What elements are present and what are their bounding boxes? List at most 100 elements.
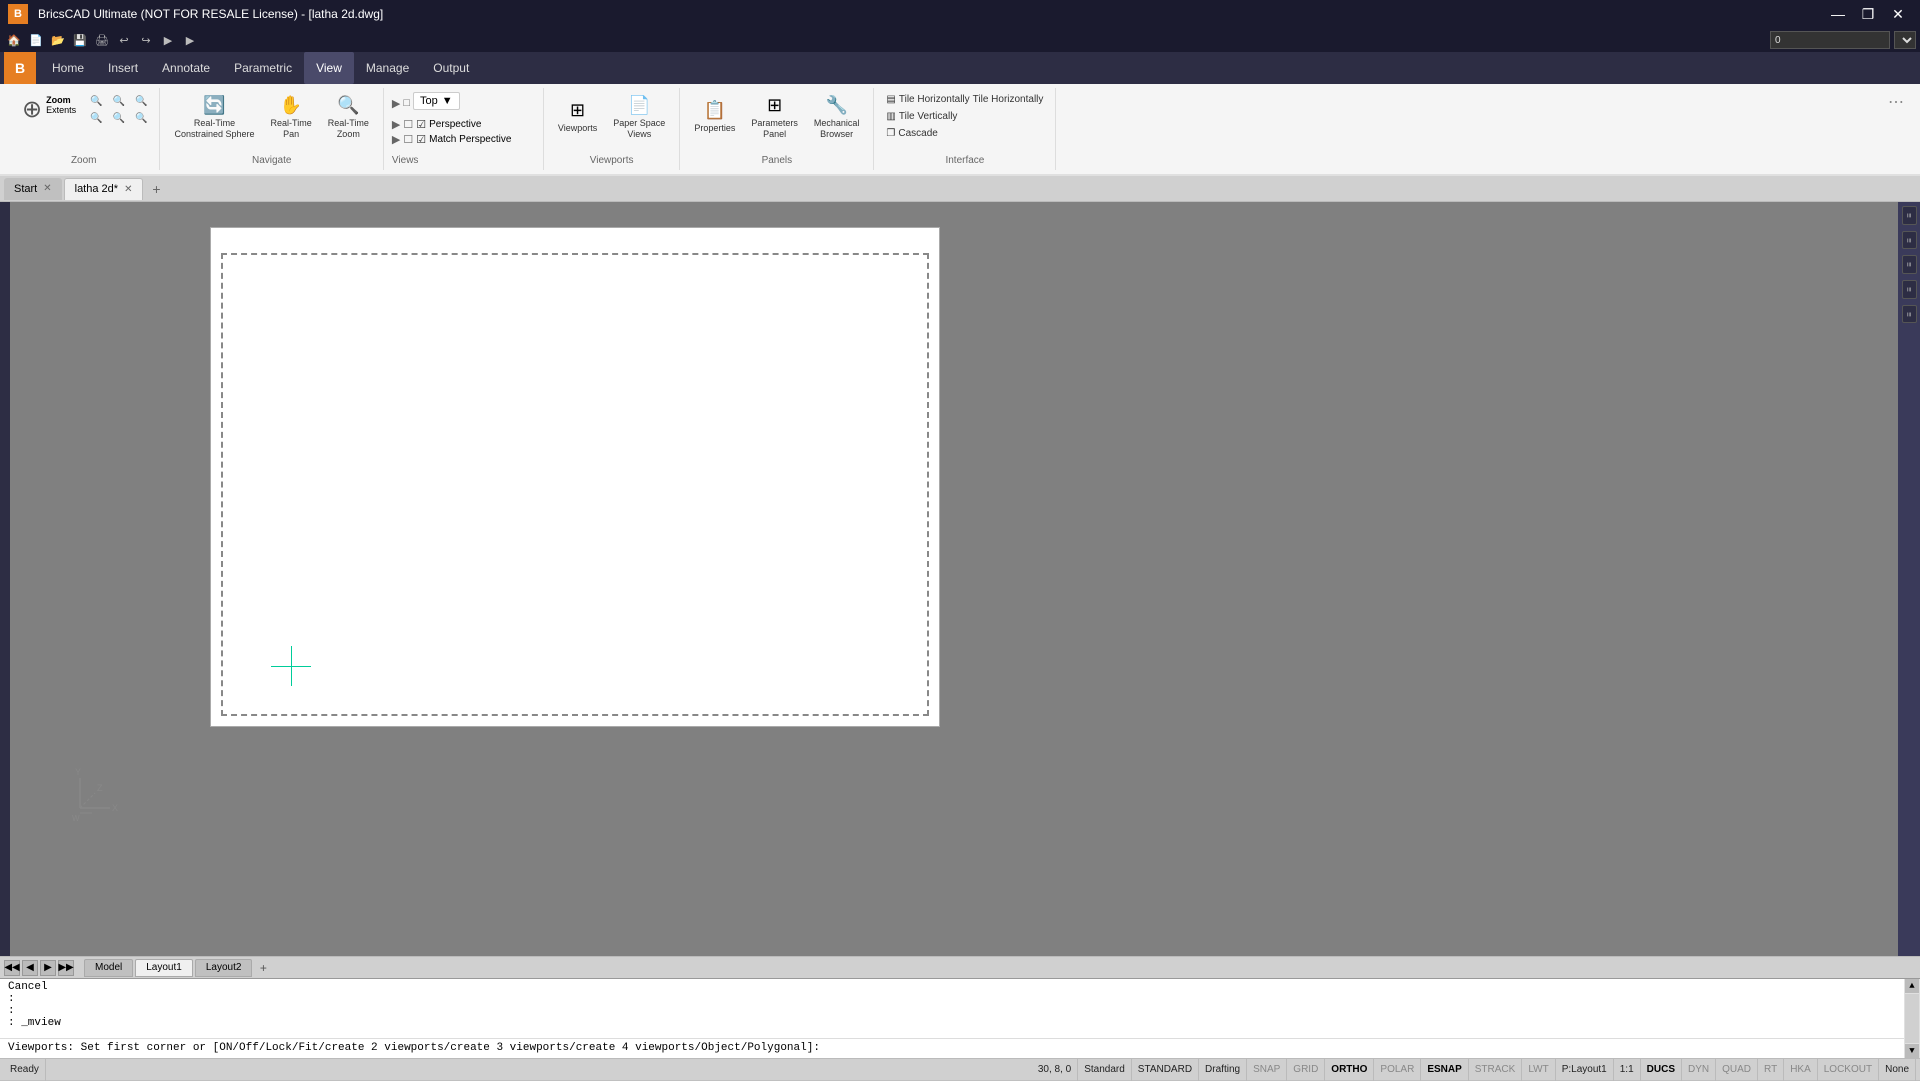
- parameters-panel-btn[interactable]: ⊞ ParametersPanel: [745, 92, 804, 143]
- viewports-btn[interactable]: ⊞ Viewports: [552, 97, 603, 137]
- views-dropdown[interactable]: Top ▼: [413, 92, 460, 110]
- tile-v-icon: ▥: [886, 111, 895, 122]
- zoom-btn5[interactable]: 🔍: [109, 111, 129, 126]
- scroll-next[interactable]: ▶: [40, 960, 56, 976]
- qa-redo[interactable]: ↪: [136, 30, 156, 50]
- mechanical-browser-btn[interactable]: 🔧 MechanicalBrowser: [808, 92, 866, 143]
- view-check-2[interactable]: ☐: [403, 133, 413, 146]
- app-logo[interactable]: B: [8, 4, 28, 24]
- zoom-btn4[interactable]: 🔍: [86, 111, 106, 126]
- menu-manage[interactable]: Manage: [354, 52, 421, 84]
- cmd-scroll-thumb[interactable]: [1905, 994, 1919, 1043]
- zoom-btn3[interactable]: 🔍: [131, 94, 151, 109]
- navigate-group-label: Navigate: [252, 151, 291, 166]
- view-sub-icon-1[interactable]: ▶: [392, 118, 400, 131]
- status-esnap[interactable]: ESNAP: [1421, 1059, 1468, 1081]
- status-dyn[interactable]: DYN: [1682, 1059, 1716, 1081]
- status-none[interactable]: None: [1879, 1059, 1916, 1081]
- status-snap[interactable]: SNAP: [1247, 1059, 1287, 1081]
- view-icon-1[interactable]: ▶: [392, 97, 400, 110]
- doc-tab-latha-close[interactable]: ✕: [124, 184, 132, 195]
- qa-save[interactable]: 💾: [70, 30, 90, 50]
- layout-tab-layout2[interactable]: Layout2: [195, 959, 253, 977]
- status-rt[interactable]: RT: [1758, 1059, 1784, 1081]
- canvas-area[interactable]: Y X Z W: [10, 202, 1898, 956]
- zoom-btn6[interactable]: 🔍: [131, 111, 151, 126]
- menu-output[interactable]: Output: [421, 52, 481, 84]
- menu-view[interactable]: View: [304, 52, 354, 84]
- layout-tab-model[interactable]: Model: [84, 959, 133, 977]
- view-sub-check-1[interactable]: ☑: [416, 118, 426, 131]
- command-line-1: Cancel: [8, 981, 1912, 993]
- status-scale[interactable]: 1:1: [1614, 1059, 1641, 1081]
- match-perspective-btn[interactable]: Match Perspective: [429, 134, 511, 145]
- paper-space-views-btn[interactable]: 📄 Paper SpaceViews: [607, 92, 671, 143]
- scroll-last[interactable]: ▶▶: [58, 960, 74, 976]
- layout-tab-layout1[interactable]: Layout1: [135, 959, 193, 977]
- status-grid[interactable]: GRID: [1287, 1059, 1325, 1081]
- input-field[interactable]: [1770, 31, 1890, 49]
- right-panel-btn-2[interactable]: ≡: [1902, 231, 1917, 250]
- doc-tab-start-close[interactable]: ✕: [43, 183, 51, 194]
- unit-selector[interactable]: [1894, 31, 1916, 49]
- view-sub-check-2[interactable]: ☑: [416, 133, 426, 146]
- menu-insert[interactable]: Insert: [96, 52, 150, 84]
- status-polar[interactable]: POLAR: [1374, 1059, 1421, 1081]
- ribbon-overflow[interactable]: ⋯: [1880, 88, 1912, 170]
- restore-button[interactable]: ❐: [1854, 0, 1882, 28]
- cmd-scroll-up[interactable]: ▲: [1905, 979, 1919, 993]
- scroll-prev[interactable]: ◀: [22, 960, 38, 976]
- tile-vertically-btn[interactable]: ▥ Tile Vertically: [882, 109, 1047, 124]
- status-ortho[interactable]: ORTHO: [1325, 1059, 1374, 1081]
- qa-play[interactable]: ▶: [158, 30, 178, 50]
- qa-home[interactable]: 🏠: [4, 30, 24, 50]
- qa-new[interactable]: 📄: [26, 30, 46, 50]
- perspective-btn[interactable]: Perspective: [429, 119, 481, 130]
- view-sub-icon-2[interactable]: ▶: [392, 133, 400, 146]
- realtime-constrained-btn[interactable]: 🔄 Real-TimeConstrained Sphere: [168, 92, 260, 143]
- status-standard-1[interactable]: Standard: [1078, 1059, 1132, 1081]
- status-lockout[interactable]: LOCKOUT: [1818, 1059, 1879, 1081]
- view-icon-2[interactable]: □: [403, 97, 410, 109]
- right-panel-btn-1[interactable]: ≡: [1902, 206, 1917, 225]
- zoom-btn1[interactable]: 🔍: [86, 94, 106, 109]
- scroll-first[interactable]: ◀◀: [4, 960, 20, 976]
- status-hka[interactable]: HKA: [1784, 1059, 1818, 1081]
- qa-undo[interactable]: ↩: [114, 30, 134, 50]
- status-quad[interactable]: QUAD: [1716, 1059, 1758, 1081]
- menu-annotate[interactable]: Annotate: [150, 52, 222, 84]
- status-lwt[interactable]: LWT: [1522, 1059, 1555, 1081]
- zoom-btn2[interactable]: 🔍: [109, 94, 129, 109]
- right-panel-btn-4[interactable]: ≡: [1902, 280, 1917, 299]
- tile-horizontally-btn[interactable]: ▤ Tile HorizontallyTile Horizontally: [882, 92, 1047, 107]
- status-strack[interactable]: STRACK: [1469, 1059, 1523, 1081]
- statusbar: Ready 30, 8, 0 Standard STANDARD Draftin…: [0, 1058, 1920, 1080]
- realtime-pan-btn[interactable]: ✋ Real-TimePan: [265, 92, 318, 143]
- status-playout[interactable]: P:Layout1: [1556, 1059, 1614, 1081]
- ribbon-group-viewports: ⊞ Viewports 📄 Paper SpaceViews Viewports: [544, 88, 680, 170]
- layout-tab-add[interactable]: +: [254, 959, 272, 977]
- status-standard-2[interactable]: STANDARD: [1132, 1059, 1199, 1081]
- menu-home[interactable]: Home: [40, 52, 96, 84]
- right-panel-btn-3[interactable]: ≡: [1902, 255, 1917, 274]
- cmd-scroll-down[interactable]: ▼: [1905, 1044, 1919, 1058]
- close-button[interactable]: ✕: [1884, 0, 1912, 28]
- doc-tab-add[interactable]: +: [145, 178, 167, 200]
- status-drafting[interactable]: Drafting: [1199, 1059, 1247, 1081]
- qa-print[interactable]: 🖨: [92, 30, 112, 50]
- view-check-1[interactable]: ☐: [403, 118, 413, 131]
- doc-tab-latha[interactable]: latha 2d* ✕: [64, 178, 144, 200]
- properties-btn[interactable]: 📋 Properties: [688, 97, 741, 137]
- qa-open[interactable]: 📂: [48, 30, 68, 50]
- qa-play2[interactable]: ▶: [180, 30, 200, 50]
- minimize-button[interactable]: —: [1824, 0, 1852, 28]
- menu-parametric[interactable]: Parametric: [222, 52, 304, 84]
- menu-logo[interactable]: B: [4, 52, 36, 84]
- doc-tab-start[interactable]: Start ✕: [4, 178, 62, 200]
- realtime-zoom-btn[interactable]: 🔍 Real-TimeZoom: [322, 92, 375, 143]
- status-ducs[interactable]: DUCS: [1641, 1059, 1682, 1081]
- tile-h-icon: ▤: [886, 94, 895, 105]
- cascade-btn[interactable]: ❐ Cascade: [882, 126, 1047, 141]
- right-panel-btn-5[interactable]: ≡: [1902, 305, 1917, 324]
- zoom-extents-btn[interactable]: ⊕ Zoom Extents: [16, 92, 82, 127]
